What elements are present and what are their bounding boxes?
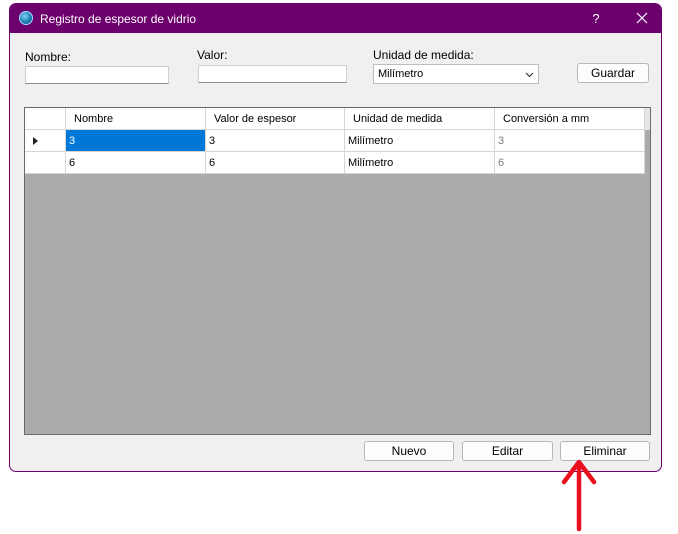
- table-cell[interactable]: 6: [66, 152, 206, 174]
- header-filler: [645, 108, 650, 130]
- table-cell[interactable]: 3: [206, 130, 345, 152]
- table-cell[interactable]: 6: [495, 152, 645, 174]
- editar-button[interactable]: Editar: [462, 441, 553, 461]
- close-button[interactable]: [624, 4, 660, 33]
- nuevo-button[interactable]: Nuevo: [364, 441, 454, 461]
- table-cell[interactable]: 3: [495, 130, 645, 152]
- corner-header: [25, 108, 66, 130]
- red-arrow-icon: [561, 459, 597, 532]
- data-grid[interactable]: Nombre Valor de espesor Unidad de medida…: [24, 107, 651, 435]
- valor-input[interactable]: [198, 65, 347, 83]
- unidad-label: Unidad de medida:: [373, 48, 474, 62]
- window-title: Registro de espesor de vidrio: [40, 12, 197, 26]
- app-globe-icon: [19, 11, 33, 25]
- table-cell[interactable]: Milímetro: [345, 152, 495, 174]
- help-button[interactable]: ?: [576, 4, 616, 33]
- nombre-label: Nombre:: [25, 50, 72, 64]
- dialog-window: Registro de espesor de vidrio ? Nombre: …: [9, 3, 662, 472]
- row-header[interactable]: [25, 152, 66, 174]
- unidad-select-value: Milímetro: [378, 68, 424, 80]
- table-cell[interactable]: Milímetro: [345, 130, 495, 152]
- column-header[interactable]: Nombre: [66, 108, 206, 130]
- column-header[interactable]: Valor de espesor: [206, 108, 345, 130]
- row-indicator-icon: [33, 137, 38, 145]
- row-header[interactable]: [25, 130, 66, 152]
- close-icon: [636, 12, 648, 24]
- chevron-down-icon: [525, 72, 534, 78]
- table-cell[interactable]: 6: [206, 152, 345, 174]
- column-header[interactable]: Unidad de medida: [345, 108, 495, 130]
- valor-label: Valor:: [197, 48, 228, 62]
- title-bar[interactable]: Registro de espesor de vidrio ?: [10, 4, 661, 33]
- table-cell[interactable]: 3: [66, 130, 206, 152]
- nombre-input[interactable]: [25, 66, 169, 84]
- guardar-button[interactable]: Guardar: [577, 63, 649, 83]
- unidad-select[interactable]: Milímetro: [373, 64, 539, 84]
- column-header[interactable]: Conversión a mm: [495, 108, 645, 130]
